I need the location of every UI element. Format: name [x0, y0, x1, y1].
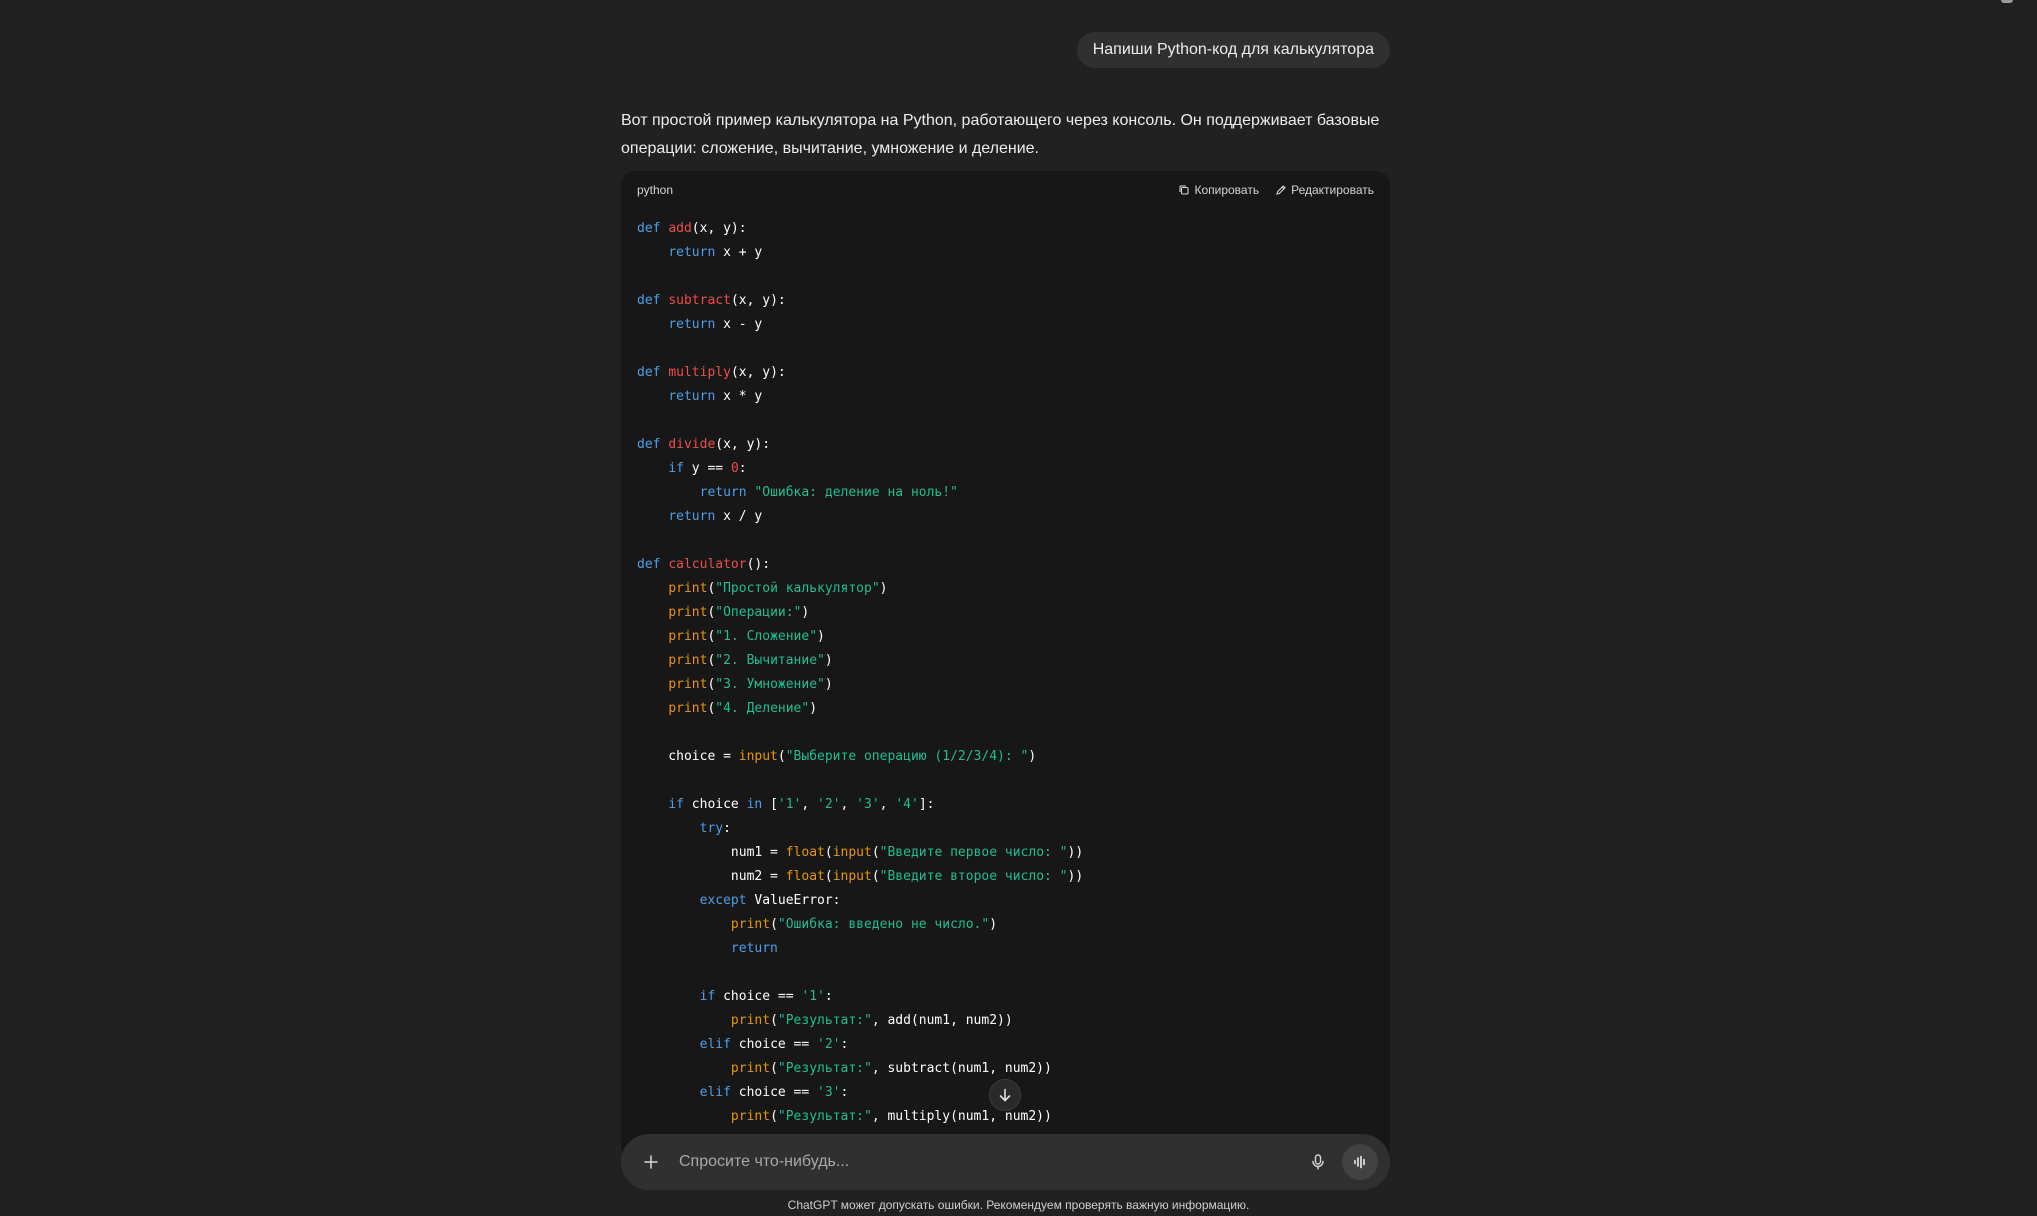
code-block-header: python Копировать Редактировать [621, 171, 1390, 209]
copy-code-button[interactable]: Копировать [1178, 183, 1259, 197]
code-string: "Результат:" [777, 1013, 872, 1028]
edit-code-button[interactable]: Редактировать [1275, 183, 1374, 197]
copy-code-label: Копировать [1194, 183, 1260, 197]
attach-button[interactable] [637, 1148, 665, 1176]
dictate-button[interactable] [1302, 1146, 1334, 1178]
arrow-down-icon [999, 1088, 1011, 1102]
footer-disclaimer: ChatGPT может допускать ошибки. Рекоменд… [787, 1198, 1250, 1212]
code-block: python Копировать Редактировать def add(… [621, 171, 1390, 1161]
copy-icon [1179, 185, 1190, 195]
plus-icon [644, 1155, 658, 1169]
code-string: "3. Умножение" [715, 677, 825, 692]
prompt-input[interactable] [677, 1152, 1302, 1172]
code-string: "Ошибка: введено не число." [777, 917, 990, 932]
code-string: "Введите второе число: " [879, 869, 1068, 884]
code-string: "Результат:" [777, 1109, 872, 1124]
microphone-icon [1312, 1154, 1324, 1170]
code-string: "Введите первое число: " [879, 845, 1068, 860]
code-string: "Выберите операцию (1/2/3/4): " [785, 749, 1029, 764]
window-corner-indicator [2001, 0, 2013, 3]
code-string: "2. Вычитание" [715, 653, 825, 668]
voice-waveform-icon [1354, 1155, 1365, 1169]
user-message-bubble: Напиши Python-код для калькулятора [1076, 32, 1390, 68]
user-message-row: Напиши Python-код для калькулятора [621, 32, 1390, 68]
voice-mode-button[interactable] [1342, 1144, 1378, 1180]
scroll-to-bottom-button[interactable] [989, 1079, 1021, 1111]
code-content: def add(x, y): return x + y def subtract… [637, 221, 1084, 1124]
code-header-actions: Копировать Редактировать [1178, 183, 1374, 197]
code-string: "Ошибка: деление на ноль!" [754, 485, 958, 500]
code-string: "1. Сложение" [715, 629, 818, 644]
code-string: "Операции:" [715, 605, 802, 620]
code-string: "Простой калькулятор" [715, 581, 880, 596]
conversation-column: Напиши Python-код для калькулятора Вот п… [621, 0, 1390, 1161]
edit-code-label: Редактировать [1291, 183, 1374, 197]
chat-screen: Напиши Python-код для калькулятора Вот п… [0, 0, 2037, 1216]
pencil-icon [1276, 185, 1286, 195]
message-composer [621, 1134, 1390, 1190]
code-string: "4. Деление" [715, 701, 810, 716]
code-string: "Результат:" [777, 1061, 872, 1076]
assistant-intro-text: Вот простой пример калькулятора на Pytho… [621, 112, 1380, 157]
code-language-label: python [637, 183, 674, 197]
